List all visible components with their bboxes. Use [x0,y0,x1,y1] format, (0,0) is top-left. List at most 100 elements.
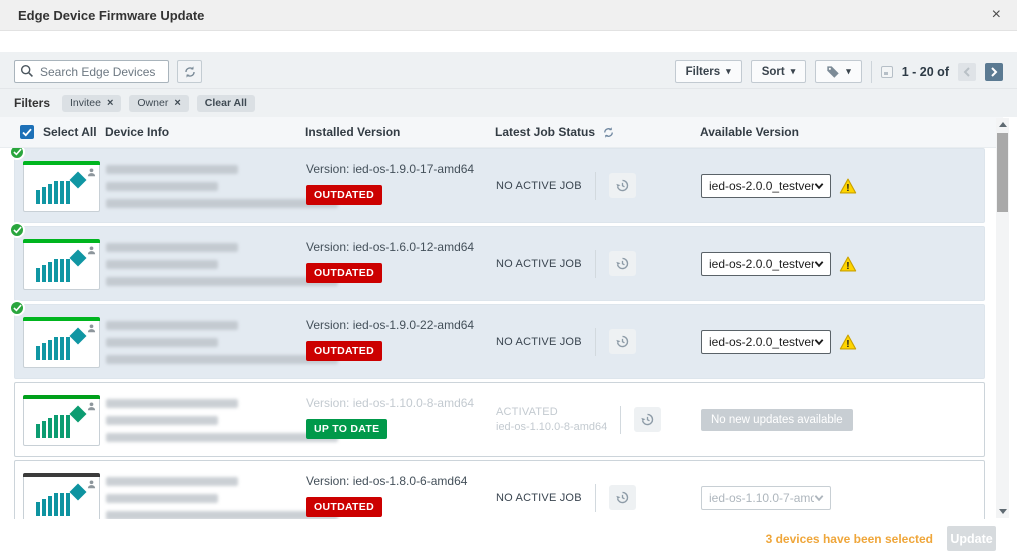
triangle-up-icon [999,122,1007,127]
available-version-select[interactable]: ied-os-1.10.0-7-amd6 [701,486,831,510]
device-type-redacted [106,199,338,208]
header-available-version: Available Version [700,125,799,139]
job-history-button[interactable] [634,407,661,432]
svg-text:!: ! [846,183,849,194]
available-version-select[interactable]: ied-os-2.0.0_testversi [701,252,831,276]
check-icon [22,128,32,137]
device-id-redacted [106,182,218,191]
header-device-info: Device Info [105,125,169,139]
scrollbar-thumb[interactable] [997,133,1008,212]
refresh-button[interactable] [177,60,202,83]
chevron-down-icon: ▾ [846,66,851,77]
filters-dropdown-button[interactable]: Filters ▾ [675,60,742,83]
table-header: Select All Device Info Installed Version… [0,117,1003,148]
job-status-text-wrap: ACTIVATED ied-os-1.10.0-8-amd64 [496,406,607,433]
selection-count-text: 3 devices have been selected [766,532,933,546]
available-version-cell: No new updates available [701,383,853,456]
owner-icon [86,245,97,256]
edge-device-logo [36,330,86,360]
installed-version-cell: Version: ied-os-1.9.0-22-amd64 OUTDATED [306,318,474,361]
job-history-button[interactable] [609,485,636,510]
chevron-down-icon: ▾ [726,66,731,77]
selected-check-icon [9,222,25,238]
installed-version-text: Version: ied-os-1.6.0-12-amd64 [306,240,474,254]
device-row[interactable]: Version: ied-os-1.9.0-22-amd64 OUTDATED … [14,304,985,379]
status-divider [595,172,596,200]
device-status-bar [23,161,100,165]
header-job-status-label: Latest Job Status [495,125,595,139]
clear-all-filters-button[interactable]: Clear All [197,95,255,112]
device-row[interactable]: Version: ied-os-1.6.0-12-amd64 OUTDATED … [14,226,985,301]
installed-version-text: Version: ied-os-1.9.0-22-amd64 [306,318,474,332]
job-status-text-wrap: NO ACTIVE JOB [496,336,582,348]
device-row[interactable]: Version: ied-os-1.10.0-8-amd64 UP TO DAT… [14,382,985,457]
version-status-badge: OUTDATED [306,497,382,517]
prev-page-button[interactable] [958,63,976,81]
no-updates-pill: No new updates available [701,409,853,431]
history-icon [615,178,630,193]
available-version-select[interactable]: ied-os-2.0.0_testversi [701,330,831,354]
installed-version-cell: Version: ied-os-1.9.0-17-amd64 OUTDATED [306,162,474,205]
available-version-cell: ied-os-2.0.0_testversi ! [701,305,857,378]
device-id-redacted [106,260,218,269]
available-version-select[interactable]: ied-os-2.0.0_testversi [701,174,831,198]
available-version-value: ied-os-1.10.0-7-amd6 [709,491,814,505]
job-history-button[interactable] [609,329,636,354]
dialog-titlebar: Edge Device Firmware Update × [0,0,1017,31]
filters-button-label: Filters [686,66,721,78]
sort-dropdown-button[interactable]: Sort▾ [751,60,807,83]
device-name-redacted [106,321,238,330]
update-button[interactable]: Update [947,526,996,551]
toolbar-right: Filters▾ Sort▾ ▾ 1 - 20 of [675,60,1003,83]
device-status-bar [23,473,100,477]
available-version-value: ied-os-2.0.0_testversi [709,179,814,193]
status-divider [595,328,596,356]
remove-chip-icon[interactable]: × [174,97,180,109]
filter-chip-invitee[interactable]: Invitee× [62,95,121,112]
device-info-redacted [106,321,338,372]
header-job-status: Latest Job Status [495,125,615,139]
tag-filter-button[interactable]: ▾ [815,60,862,83]
edge-device-logo [36,486,86,516]
remove-chip-icon[interactable]: × [107,97,113,109]
filter-bar: Filters Invitee× Owner× Clear All [0,88,1017,117]
job-status-text: NO ACTIVE JOB [496,258,582,270]
refresh-icon [183,65,197,79]
owner-icon [86,401,97,412]
chevron-down-icon [814,494,824,502]
job-status-text: NO ACTIVE JOB [496,180,582,192]
toolbar: Filters▾ Sort▾ ▾ 1 - 20 of [0,55,1017,88]
available-version-value: ied-os-2.0.0_testversi [709,257,814,271]
header-installed-version: Installed Version [305,125,400,139]
job-history-button[interactable] [609,173,636,198]
tag-icon [826,65,840,79]
warning-icon: ! [839,256,857,272]
available-version-cell: ied-os-2.0.0_testversi ! [701,149,857,222]
device-row[interactable]: Version: ied-os-1.8.0-6-amd64 OUTDATED N… [14,460,985,519]
device-card [23,239,100,290]
next-page-button[interactable] [985,63,1003,81]
status-divider [595,484,596,512]
installed-version-cell: Version: ied-os-1.6.0-12-amd64 OUTDATED [306,240,474,283]
scroll-up-button[interactable] [996,118,1009,131]
job-status-cell: ACTIVATED ied-os-1.10.0-8-amd64 [496,383,661,456]
firmware-update-dialog: Edge Device Firmware Update × Filters ▾ S… [0,0,1017,558]
filter-chip-owner[interactable]: Owner× [129,95,188,112]
device-row[interactable]: Version: ied-os-1.9.0-17-amd64 OUTDATED … [14,148,985,223]
status-divider [620,406,621,434]
device-name-redacted [106,477,238,486]
job-history-button[interactable] [609,251,636,276]
job-status-version: ied-os-1.10.0-8-amd64 [496,421,607,433]
scroll-down-button[interactable] [996,505,1009,518]
device-card [23,395,100,446]
select-all-checkbox[interactable] [20,125,34,139]
device-card [23,317,100,368]
select-all-label[interactable]: Select All [43,125,97,139]
close-icon[interactable]: × [992,5,1001,25]
search-input[interactable] [14,60,169,83]
device-type-redacted [106,277,338,286]
svg-text:!: ! [846,261,849,272]
installed-version-text: Version: ied-os-1.9.0-17-amd64 [306,162,474,176]
vertical-scrollbar[interactable] [996,118,1009,518]
refresh-status-icon[interactable] [602,126,615,139]
